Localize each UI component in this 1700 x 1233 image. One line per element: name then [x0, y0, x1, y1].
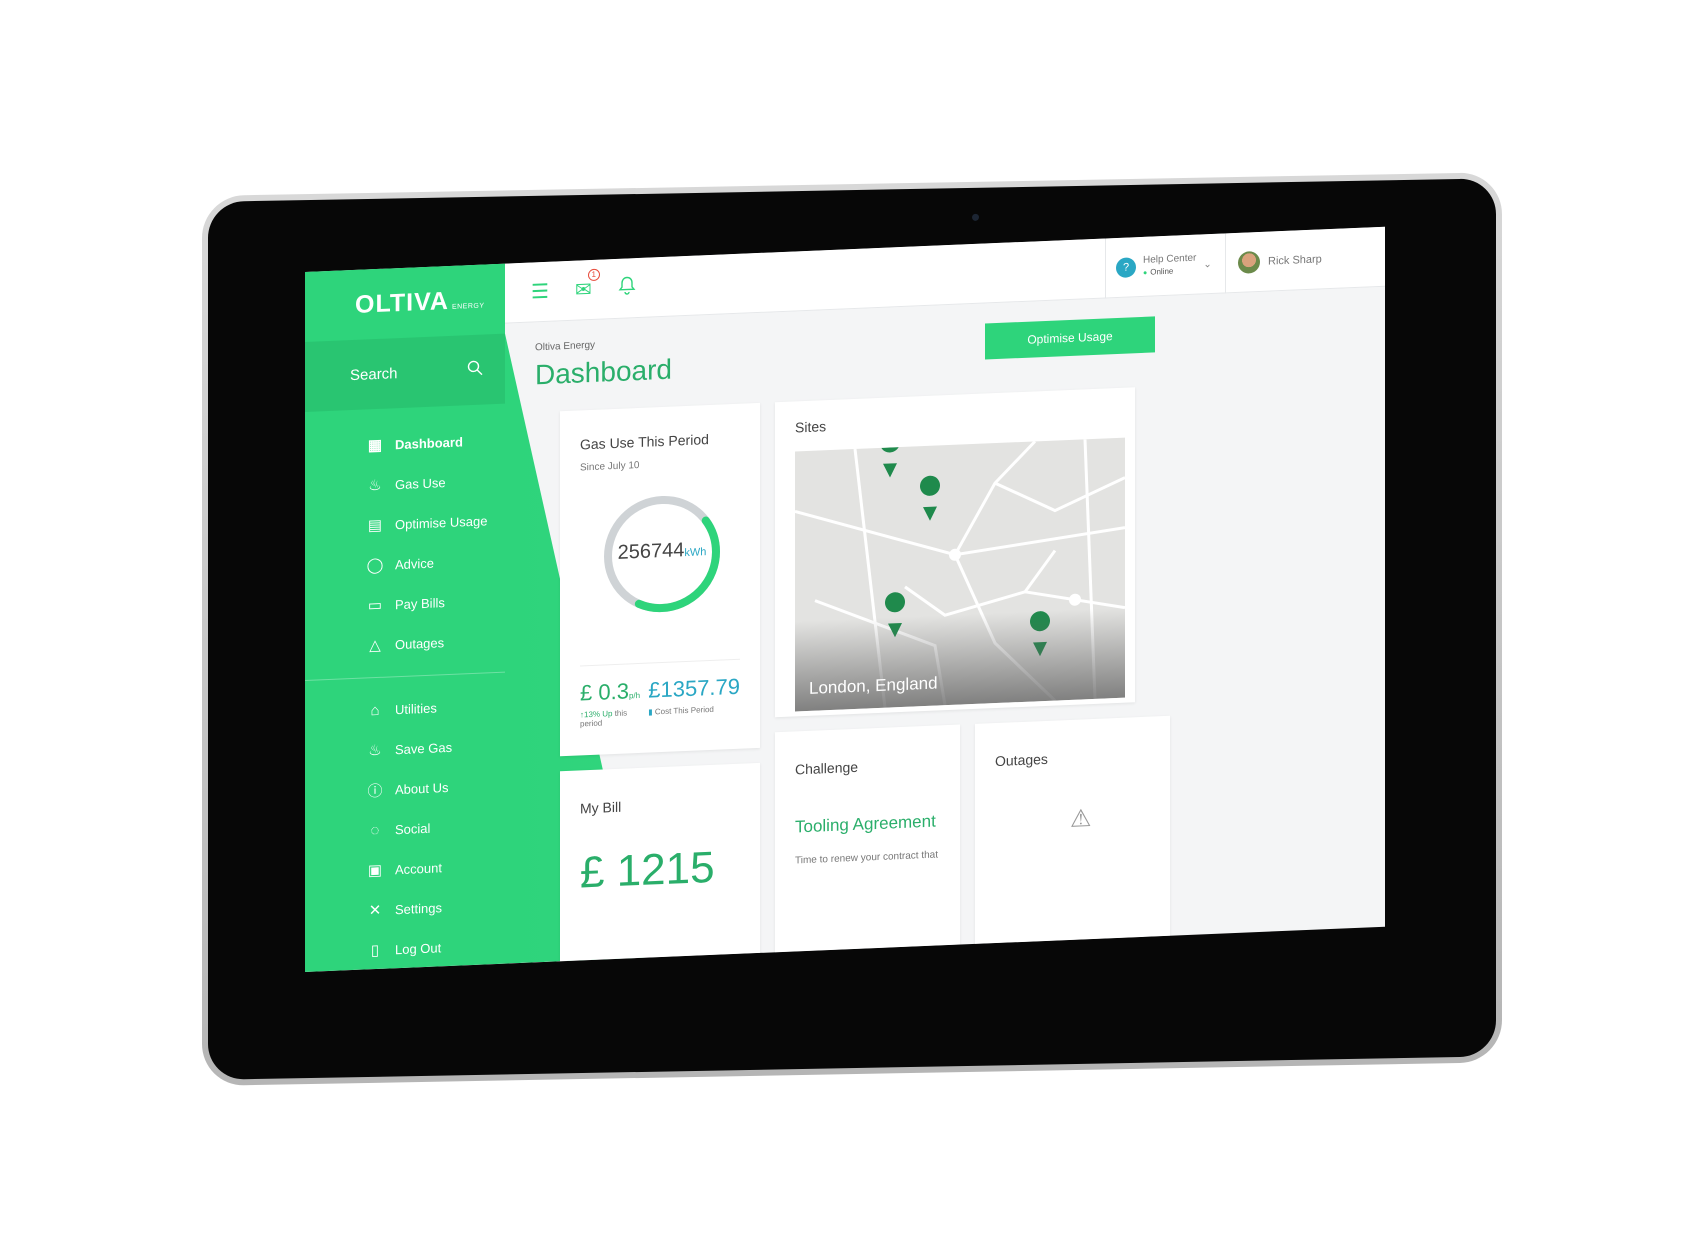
account-icon: ▣ [367, 861, 383, 880]
cost-value: £1357.79 [648, 673, 740, 703]
card-title: Sites [795, 418, 827, 436]
wallet-icon: ▭ [367, 596, 383, 615]
search-bar[interactable]: Search [305, 333, 505, 412]
card-subtitle: Since July 10 [580, 459, 640, 474]
warning-icon: ⚠ [1070, 805, 1092, 833]
user-menu[interactable]: Rick Sharp [1225, 226, 1385, 294]
chat-icon: ◌ [370, 821, 380, 839]
help-status: Online [1143, 264, 1196, 279]
gas-stats: £ 0.3p/h ↑13% Up this period £1357.79 ▮ … [580, 658, 740, 729]
home-icon: ⌂ [370, 701, 380, 719]
hamburger-menu-icon[interactable]: ☰ [531, 279, 549, 305]
sidebar-item-label: Social [395, 820, 431, 837]
sidebar-item-label: Pay Bills [395, 594, 445, 612]
sidebar: OLTIVA ENERGY Search ▦ Dashboard ♨ Gas Us… [305, 263, 505, 972]
breadcrumb[interactable]: Oltiva Energy [535, 337, 672, 354]
gas-use-card: Gas Use This Period Since July 10 256744… [560, 402, 760, 757]
mail-badge: 1 [587, 268, 600, 282]
info-icon: ⓘ [367, 782, 383, 800]
sidebar-item-label: Gas Use [395, 474, 446, 492]
user-name: Rick Sharp [1268, 253, 1322, 268]
menu-divider [305, 671, 505, 681]
sidebar-item-label: Advice [395, 555, 435, 572]
search-icon[interactable] [467, 360, 483, 381]
card-title: My Bill [580, 798, 622, 817]
chevron-down-icon[interactable]: ⌄ [1203, 258, 1211, 269]
help-text: Help Center Online [1143, 252, 1196, 279]
sidebar-item-label: About Us [395, 779, 449, 797]
rate-unit: p/h [628, 690, 641, 701]
card-title: Gas Use This Period [580, 431, 709, 453]
mail-icon[interactable]: ✉ 1 [575, 268, 600, 303]
sidebar-item-label: Outages [395, 634, 445, 652]
windows-logo-icon [1542, 539, 1562, 560]
clipboard-icon: ▤ [367, 516, 383, 535]
tools-icon: ✕ [368, 901, 382, 920]
sidebar-item-label: Settings [395, 899, 442, 917]
challenge-text: Time to renew your contract that [795, 849, 939, 867]
page-title: Dashboard [535, 353, 672, 391]
logout-icon: ▯ [370, 941, 380, 960]
page-header: Oltiva Energy Dashboard [535, 337, 672, 392]
bulb-icon: ◯ [366, 556, 384, 575]
help-icon: ? [1116, 257, 1136, 279]
brand[interactable]: OLTIVA ENERGY [305, 263, 505, 342]
cost-stat: £1357.79 ▮ Cost This Period [648, 674, 740, 726]
sidebar-item-label: Dashboard [395, 433, 463, 452]
warning-icon: △ [369, 636, 381, 655]
sidebar-item-outages[interactable]: △ Outages [305, 620, 505, 668]
help-center[interactable]: ? Help Center Online ⌄ [1105, 233, 1225, 299]
sidebar-item-label: Save Gas [395, 739, 453, 757]
grid-icon: ▦ [367, 436, 383, 455]
avatar [1238, 250, 1260, 274]
sidebar-menu: ▦ Dashboard ♨ Gas Use ▤ Optimise Usage ◯… [305, 404, 505, 972]
card-title: Outages [995, 750, 1048, 770]
sidebar-item-label: Account [395, 859, 442, 877]
sites-card: Sites London, England [775, 387, 1135, 718]
cost-caption: Cost This Period [654, 704, 714, 717]
flame-icon: ♨ [368, 741, 382, 760]
card-title: Challenge [795, 758, 859, 778]
outages-card: Outages ⚠ [975, 715, 1170, 944]
brand-logo: OLTIVA ENERGY [355, 286, 485, 319]
sidebar-item-label: Optimise Usage [395, 512, 488, 532]
app-screen: OLTIVA ENERGY Search ▦ Dashboard ♨ Gas Us… [305, 226, 1385, 972]
rate-value: £ 0.3 [580, 678, 629, 706]
sidebar-item-label: Log Out [395, 939, 442, 957]
help-label: Help Center [1143, 252, 1197, 266]
challenge-headline[interactable]: Tooling Agreement [795, 811, 940, 837]
meter-icon: ▮ [648, 707, 653, 717]
optimise-usage-button[interactable]: Optimise Usage [985, 316, 1155, 360]
sidebar-item-label: Utilities [395, 699, 437, 717]
sites-map[interactable]: London, England [795, 437, 1125, 712]
flame-icon: ♨ [368, 476, 382, 495]
bell-icon[interactable] [618, 275, 636, 302]
rate-stat: £ 0.3p/h ↑13% Up this period [580, 678, 648, 728]
challenge-card: Challenge Tooling Agreement Time to rene… [775, 724, 960, 953]
search-label: Search [350, 364, 398, 384]
my-bill-card: My Bill £ 1215 [560, 762, 760, 962]
bill-value: £ 1215 [580, 842, 715, 898]
